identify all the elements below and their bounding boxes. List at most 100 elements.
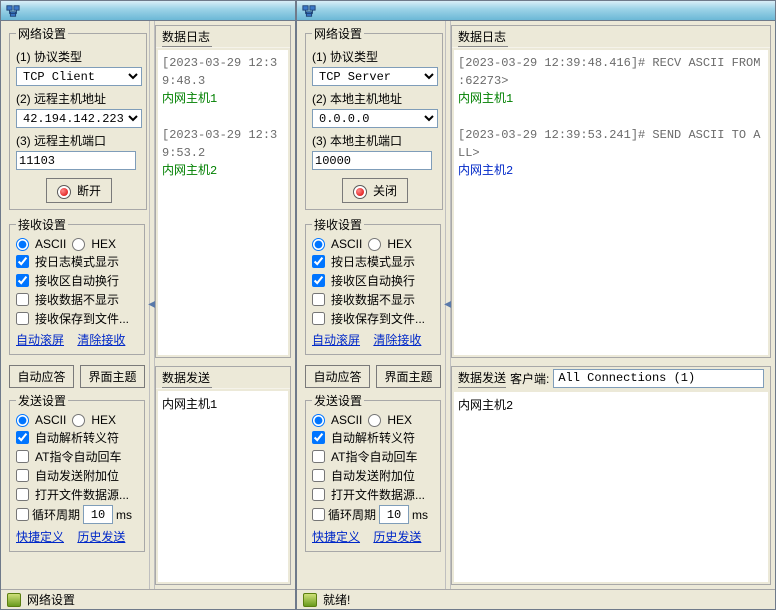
log-title: 数据日志: [156, 26, 290, 48]
app-window-server: 网络设置 (1) 协议类型 TCP Server (2) 本地主机地址 0.0.…: [296, 0, 776, 610]
network-settings-group: 网络设置 (1) 协议类型 TCP Server (2) 本地主机地址 0.0.…: [305, 25, 443, 210]
app-icon: [5, 3, 21, 19]
recv-savefile-check[interactable]: [16, 312, 29, 325]
recv-hide-check[interactable]: [312, 293, 325, 306]
content-panel: 数据日志 [2023-03-29 12:39:48.3内网主机1 [2023-0…: [155, 21, 295, 589]
clear-recv-link[interactable]: 清除接收: [77, 333, 125, 347]
protocol-label: (1) 协议类型: [312, 48, 438, 65]
shortcut-link[interactable]: 快捷定义: [312, 530, 360, 544]
record-icon: [57, 185, 71, 199]
titlebar[interactable]: [297, 1, 775, 21]
client-label: 客户端:: [510, 370, 549, 387]
recv-hex-radio[interactable]: [368, 238, 381, 251]
autoscroll-link[interactable]: 自动滚屏: [312, 333, 360, 347]
recv-hide-check[interactable]: [16, 293, 29, 306]
statusbar: 网络设置: [1, 589, 295, 609]
network-legend: 网络设置: [16, 25, 68, 42]
local-host-label: (2) 本地主机地址: [312, 90, 438, 107]
recv-autowrap-check[interactable]: [312, 274, 325, 287]
recv-ascii-radio[interactable]: [312, 238, 325, 251]
statusbar: 就绪!: [297, 589, 775, 609]
recv-legend: 接收设置: [312, 216, 364, 233]
recv-settings-group: 接收设置 ASCII HEX 按日志模式显示 接收区自动换行 接收数据不显示 接…: [305, 216, 441, 355]
connections-input[interactable]: [553, 369, 764, 388]
remote-port-label: (3) 远程主机端口: [16, 132, 142, 149]
settings-panel: 网络设置 (1) 协议类型 TCP Server (2) 本地主机地址 0.0.…: [297, 21, 445, 589]
send-group: 数据发送 内网主机1: [155, 366, 291, 585]
disconnect-button[interactable]: 断开: [46, 178, 112, 203]
send-group: 数据发送 客户端: 内网主机2: [451, 366, 771, 585]
shortcut-link[interactable]: 快捷定义: [16, 530, 64, 544]
recv-ascii-radio[interactable]: [16, 238, 29, 251]
send-filesrc-check[interactable]: [16, 488, 29, 501]
send-ascii-radio[interactable]: [312, 414, 325, 427]
status-text: 网络设置: [27, 591, 75, 608]
recv-legend: 接收设置: [16, 216, 68, 233]
log-title: 数据日志: [452, 26, 770, 48]
status-icon: [303, 593, 317, 607]
send-hex-radio[interactable]: [368, 414, 381, 427]
settings-panel: 网络设置 (1) 协议类型 TCP Client (2) 远程主机地址 42.1…: [1, 21, 149, 589]
local-port-input[interactable]: [312, 151, 432, 170]
client-area: 网络设置 (1) 协议类型 TCP Client (2) 远程主机地址 42.1…: [1, 21, 295, 589]
send-body[interactable]: 内网主机1: [158, 391, 288, 582]
send-body[interactable]: 内网主机2: [454, 392, 768, 582]
recv-settings-group: 接收设置 ASCII HEX 按日志模式显示 接收区自动换行 接收数据不显示 接…: [9, 216, 145, 355]
protocol-label: (1) 协议类型: [16, 48, 142, 65]
status-text: 就绪!: [323, 591, 350, 608]
content-panel: 数据日志 [2023-03-29 12:39:48.416]# RECV ASC…: [451, 21, 775, 589]
recv-hex-radio[interactable]: [72, 238, 85, 251]
send-escape-check[interactable]: [312, 431, 325, 444]
record-icon: [353, 185, 367, 199]
history-link[interactable]: 历史发送: [77, 530, 125, 544]
auto-reply-button[interactable]: 自动应答: [305, 365, 370, 388]
send-atcr-check[interactable]: [312, 450, 325, 463]
auto-reply-button[interactable]: 自动应答: [9, 365, 74, 388]
remote-port-input[interactable]: [16, 151, 136, 170]
send-cycle-check[interactable]: [312, 508, 325, 521]
cycle-value-input[interactable]: [83, 505, 113, 524]
recv-logmode-check[interactable]: [16, 255, 29, 268]
app-window-client: 网络设置 (1) 协议类型 TCP Client (2) 远程主机地址 42.1…: [0, 0, 296, 610]
send-append-check[interactable]: [312, 469, 325, 482]
status-icon: [7, 593, 21, 607]
send-escape-check[interactable]: [16, 431, 29, 444]
send-legend: 发送设置: [16, 392, 68, 409]
send-title: 数据发送: [458, 369, 506, 388]
protocol-select[interactable]: TCP Server: [312, 67, 438, 86]
log-group: 数据日志 [2023-03-29 12:39:48.416]# RECV ASC…: [451, 25, 771, 358]
send-filesrc-check[interactable]: [312, 488, 325, 501]
close-button[interactable]: 关闭: [342, 178, 408, 203]
local-port-label: (3) 本地主机端口: [312, 132, 438, 149]
log-body[interactable]: [2023-03-29 12:39:48.416]# RECV ASCII FR…: [454, 50, 768, 355]
send-settings-group: 发送设置 ASCII HEX 自动解析转义符 AT指令自动回车 自动发送附加位 …: [305, 392, 441, 552]
recv-autowrap-check[interactable]: [16, 274, 29, 287]
network-settings-group: 网络设置 (1) 协议类型 TCP Client (2) 远程主机地址 42.1…: [9, 25, 147, 210]
titlebar[interactable]: [1, 1, 295, 21]
autoscroll-link[interactable]: 自动滚屏: [16, 333, 64, 347]
send-title: 数据发送: [156, 367, 290, 389]
send-cycle-check[interactable]: [16, 508, 29, 521]
send-hex-radio[interactable]: [72, 414, 85, 427]
recv-savefile-check[interactable]: [312, 312, 325, 325]
theme-button[interactable]: 界面主题: [376, 365, 441, 388]
app-icon: [301, 3, 317, 19]
remote-host-select[interactable]: 42.194.142.223: [16, 109, 142, 128]
send-append-check[interactable]: [16, 469, 29, 482]
network-legend: 网络设置: [312, 25, 364, 42]
log-group: 数据日志 [2023-03-29 12:39:48.3内网主机1 [2023-0…: [155, 25, 291, 358]
recv-logmode-check[interactable]: [312, 255, 325, 268]
protocol-select[interactable]: TCP Client: [16, 67, 142, 86]
client-area: 网络设置 (1) 协议类型 TCP Server (2) 本地主机地址 0.0.…: [297, 21, 775, 589]
log-body[interactable]: [2023-03-29 12:39:48.3内网主机1 [2023-03-29 …: [158, 50, 288, 355]
cycle-value-input[interactable]: [379, 505, 409, 524]
local-host-select[interactable]: 0.0.0.0: [312, 109, 438, 128]
send-settings-group: 发送设置 ASCII HEX 自动解析转义符 AT指令自动回车 自动发送附加位 …: [9, 392, 145, 552]
remote-host-label: (2) 远程主机地址: [16, 90, 142, 107]
clear-recv-link[interactable]: 清除接收: [373, 333, 421, 347]
theme-button[interactable]: 界面主题: [80, 365, 145, 388]
send-legend: 发送设置: [312, 392, 364, 409]
history-link[interactable]: 历史发送: [373, 530, 421, 544]
send-ascii-radio[interactable]: [16, 414, 29, 427]
send-atcr-check[interactable]: [16, 450, 29, 463]
